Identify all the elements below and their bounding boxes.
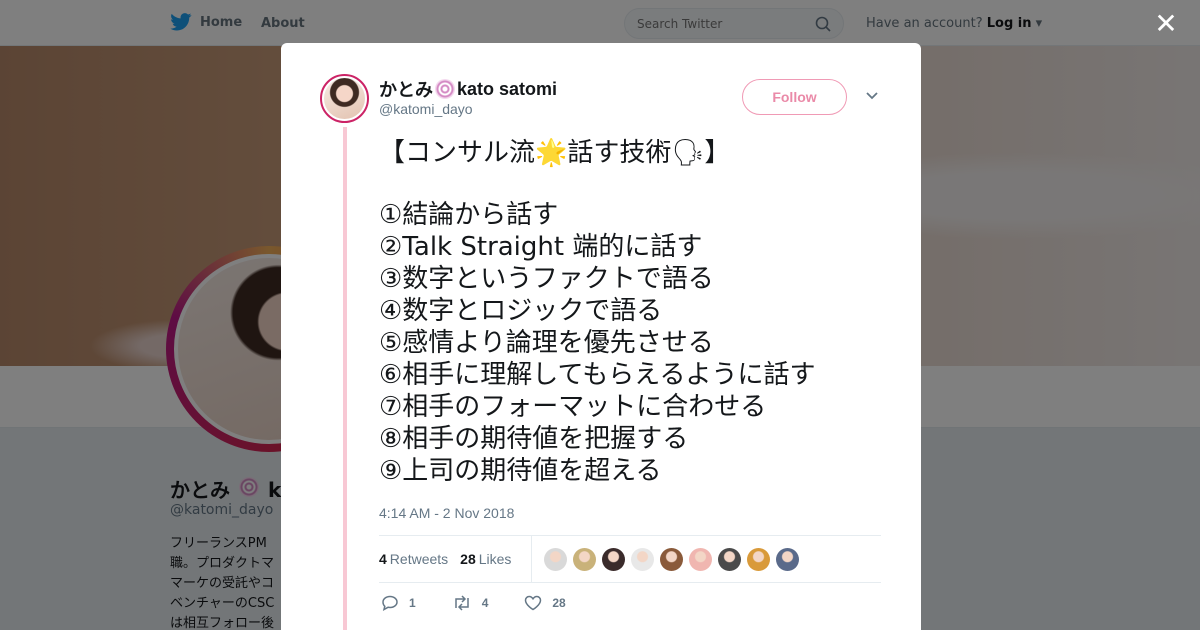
reply-icon	[382, 595, 398, 611]
tweet-text-line	[379, 169, 815, 199]
tweet-modal: かとみ kato satomi @katomi_dayo Follow 【コンサ…	[281, 43, 921, 630]
tweet-timestamp[interactable]: 4:14 AM - 2 Nov 2018	[379, 505, 514, 521]
retweet-icon	[454, 595, 469, 611]
tweet-text-line: ⑤感情より論理を優先させる	[379, 328, 714, 358]
tweet-text-line: ①結論から話す	[379, 200, 559, 230]
stats-divider	[531, 536, 533, 582]
thread-line	[343, 127, 347, 630]
tweet-stats: 4 Retweets 28 Likes	[379, 535, 881, 583]
tweet-text-line: ⑦相手のフォーマットに合わせる	[379, 392, 767, 422]
tweet-text: 【コンサル流🌟話す技術🗣】 ①結論から話す ②Talk Straight 端的に…	[379, 137, 815, 487]
follow-button[interactable]: Follow	[742, 79, 847, 115]
heart-icon	[525, 595, 542, 611]
liker-avatars	[544, 547, 800, 571]
author-name-left: かとみ	[379, 80, 433, 100]
retweets-label: Retweets	[389, 551, 449, 567]
liker-avatar[interactable]	[573, 547, 597, 571]
liker-avatar[interactable]	[660, 547, 684, 571]
tweet-text-line: ⑥相手に理解してもらえるように話す	[379, 360, 816, 390]
like-action-count: 28	[552, 596, 566, 610]
retweet-action-count: 4	[481, 596, 489, 610]
likes-count: 28	[460, 551, 476, 567]
author-handle[interactable]: @katomi_dayo	[379, 101, 473, 117]
tweet-text-line: ②Talk Straight 端的に話す	[379, 232, 703, 262]
liker-avatar[interactable]	[544, 547, 568, 571]
tweet-text-line: ⑧相手の期待値を把握する	[379, 424, 689, 454]
liker-avatar[interactable]	[602, 547, 626, 571]
tweet-text-line: ④数字とロジックで語る	[379, 296, 663, 326]
reply-count: 1	[409, 596, 416, 610]
spiral-emoji-icon	[435, 79, 455, 99]
tweet-actions: 1 4 28	[381, 595, 566, 611]
liker-avatar[interactable]	[747, 547, 771, 571]
reply-button[interactable]: 1	[381, 595, 416, 611]
chevron-down-icon[interactable]	[865, 89, 879, 103]
likes-label: Likes	[478, 551, 512, 567]
close-icon[interactable]: ✕	[1154, 10, 1178, 38]
like-button[interactable]: 28	[524, 595, 566, 611]
author-name[interactable]: かとみ kato satomi	[379, 76, 557, 102]
liker-avatar[interactable]	[776, 547, 800, 571]
liker-avatar[interactable]	[689, 547, 713, 571]
tweet-text-line: ⑨上司の期待値を超える	[379, 456, 662, 486]
retweets-stat[interactable]: 4 Retweets	[379, 551, 448, 567]
author-avatar[interactable]	[320, 74, 369, 123]
liker-avatar[interactable]	[631, 547, 655, 571]
retweet-button[interactable]: 4	[452, 595, 489, 611]
liker-avatar[interactable]	[718, 547, 742, 571]
tweet-text-line: ③数字というファクトで語る	[379, 264, 714, 294]
likes-stat[interactable]: 28 Likes	[460, 551, 511, 567]
author-name-right: kato satomi	[457, 78, 558, 99]
tweet-text-line: 【コンサル流🌟話す技術🗣】	[379, 138, 731, 168]
retweets-count: 4	[379, 551, 387, 567]
